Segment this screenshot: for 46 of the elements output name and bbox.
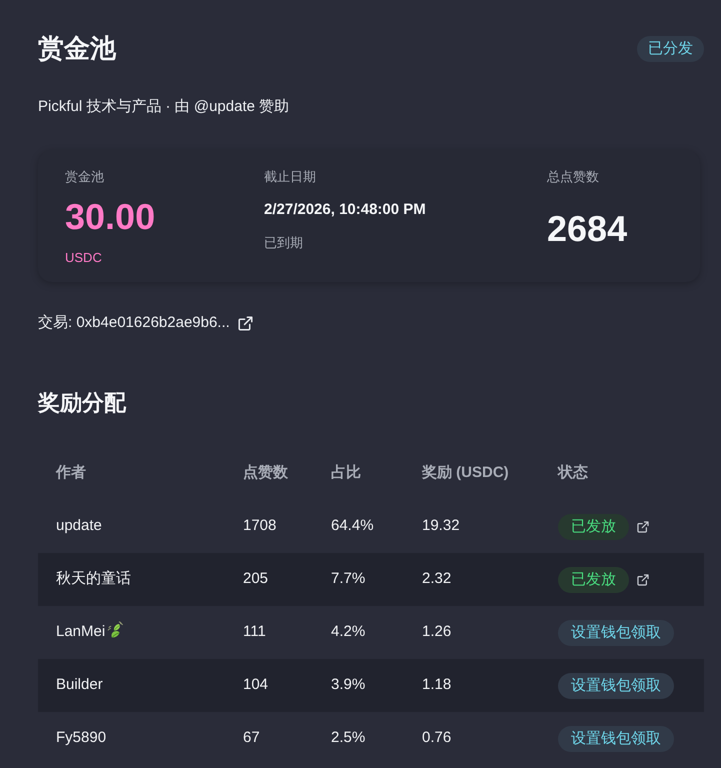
table-cell: 2.32 bbox=[404, 553, 540, 606]
claim-button[interactable]: 设置钱包领取 bbox=[558, 672, 674, 698]
claim-button[interactable]: 设置钱包领取 bbox=[558, 620, 674, 646]
author-name: Builder bbox=[56, 676, 103, 694]
currency-label: USDC bbox=[65, 249, 103, 267]
table-cell: 111 bbox=[225, 606, 313, 659]
table-cell: 0.76 bbox=[404, 712, 540, 765]
column-header: 占比 bbox=[330, 463, 362, 484]
page-title: 赏金池 bbox=[38, 33, 116, 64]
table-cell: 67 bbox=[225, 712, 313, 765]
status-badge: 已发放 bbox=[558, 566, 629, 592]
pool-amount: 30.00 bbox=[65, 195, 156, 239]
stat-label: 总点赞数 bbox=[547, 168, 600, 186]
status-badge: 已分发 bbox=[637, 36, 704, 62]
author-name: LanMei bbox=[56, 623, 106, 640]
author-name: 秋天的童话 bbox=[56, 570, 131, 588]
table-cell: 104 bbox=[225, 659, 313, 712]
transaction-hash: 交易: 0xb4e01626b2ae9b6... bbox=[38, 313, 230, 333]
table-cell: 1708 bbox=[225, 500, 313, 553]
external-link-icon[interactable] bbox=[637, 520, 649, 532]
external-link-icon[interactable] bbox=[238, 316, 253, 330]
author-name: update bbox=[56, 517, 102, 534]
table-cell: 64.4% bbox=[313, 500, 404, 553]
column-header: 奖励 (USDC) bbox=[420, 463, 510, 484]
deadline-date: 2/27/2026, 10:48:00 PM bbox=[264, 200, 427, 220]
section-title: 奖励分配 bbox=[38, 389, 128, 417]
table-cell: 3.9% bbox=[313, 659, 404, 712]
claim-button[interactable]: 设置钱包领取 bbox=[558, 726, 674, 752]
column-header: 点赞数 bbox=[242, 463, 289, 484]
table-cell: 19.32 bbox=[404, 500, 540, 553]
table-cell: 2.5% bbox=[313, 712, 404, 765]
author-name: Fy5890 bbox=[56, 729, 106, 746]
column-header: 状态 bbox=[556, 463, 589, 484]
table-cell: 1.26 bbox=[404, 606, 540, 659]
subtitle-text: Pickful 技术与产品 · 由 @update 赞助 bbox=[38, 97, 290, 117]
stat-label: 截止日期 bbox=[264, 168, 317, 186]
column-header: 作者 bbox=[54, 463, 87, 484]
total-likes: 2684 bbox=[547, 207, 628, 251]
expired-note: 已到期 bbox=[264, 234, 304, 252]
table-cell: 4.2% bbox=[313, 606, 404, 659]
external-link-icon[interactable] bbox=[637, 574, 649, 586]
status-badge: 已发放 bbox=[558, 514, 629, 540]
stat-label: 赏金池 bbox=[65, 168, 105, 186]
table-cell: 7.7% bbox=[313, 553, 404, 606]
table-cell: 1.18 bbox=[404, 659, 540, 712]
table-cell: 205 bbox=[225, 553, 313, 606]
